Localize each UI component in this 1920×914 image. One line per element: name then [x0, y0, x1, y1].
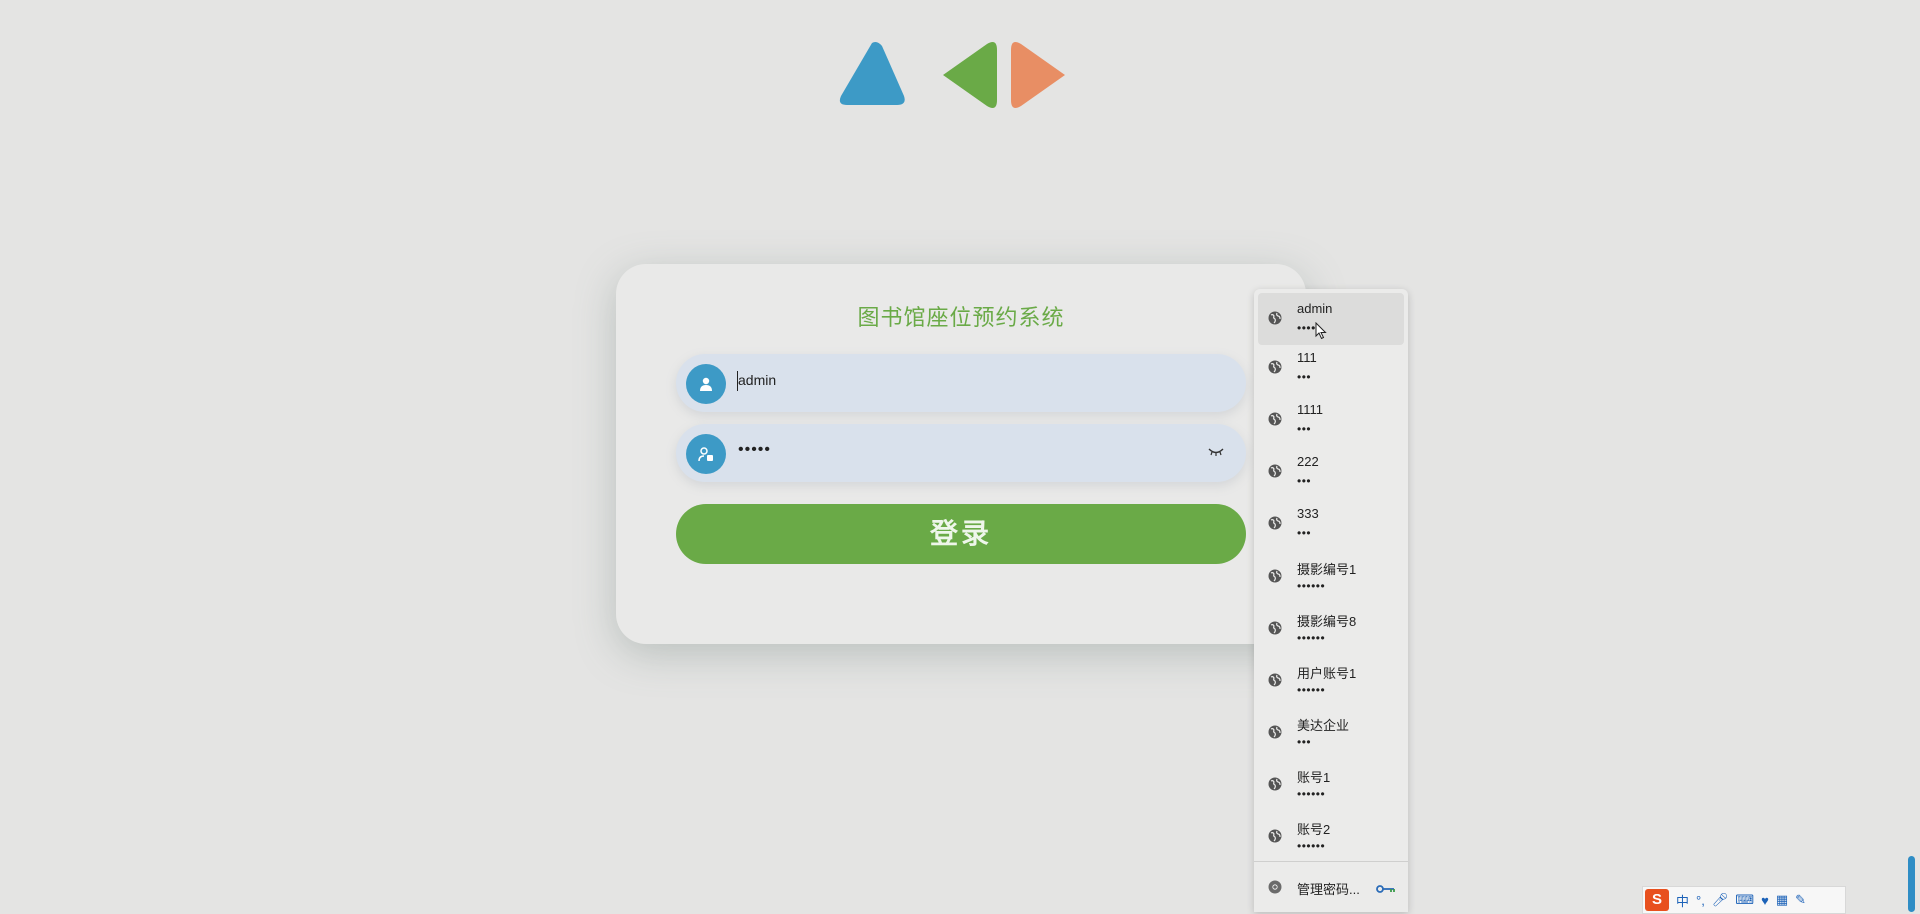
- autofill-item[interactable]: admin ••••: [1258, 293, 1404, 345]
- password-input[interactable]: •••••: [738, 441, 1178, 459]
- autofill-username: 333: [1297, 506, 1319, 522]
- autofill-item[interactable]: 账号1 ••••••: [1254, 759, 1408, 811]
- globe-icon: [1268, 777, 1282, 791]
- skin-icon[interactable]: ♥︎: [1761, 893, 1769, 908]
- key-icon: [1376, 881, 1396, 899]
- globe-icon: [1268, 360, 1282, 374]
- autofill-password: ••••: [1297, 321, 1316, 335]
- autofill-item[interactable]: 摄影编号8 ••••••: [1254, 603, 1408, 655]
- blue-triangle-icon: [839, 42, 905, 105]
- autofill-username: 账号1: [1297, 769, 1331, 785]
- autofill-password: •••: [1297, 526, 1312, 541]
- autofill-username: 111: [1297, 350, 1317, 366]
- page-title: 图书馆座位预约系统: [857, 305, 1065, 330]
- ime-toolbar[interactable]: S 中 °, 🎤︎ ⌨︎ ♥︎ ▦ ✎︎: [1642, 886, 1846, 914]
- autofill-password: •••: [1297, 474, 1312, 489]
- green-left-triangle-icon: [943, 42, 997, 108]
- toolbox-icon[interactable]: ▦: [1776, 892, 1788, 908]
- password-field[interactable]: •••••: [676, 424, 1246, 482]
- autofill-password: •••: [1297, 734, 1312, 749]
- ime-mode-toggle[interactable]: 中: [1676, 891, 1689, 910]
- autofill-item[interactable]: 333 •••: [1254, 498, 1408, 550]
- ime-punctuation-toggle[interactable]: °,: [1696, 893, 1705, 908]
- dropdown-divider: [1254, 861, 1408, 862]
- more-tools-icon[interactable]: ✎︎: [1795, 892, 1806, 908]
- autofill-username: 222: [1297, 454, 1319, 470]
- autofill-item[interactable]: 1111 •••: [1254, 394, 1408, 446]
- globe-icon: [1268, 673, 1282, 687]
- autofill-password: ••••••: [1297, 578, 1326, 593]
- manage-passwords-item[interactable]: 管理密码...: [1254, 867, 1408, 907]
- password-autofill-dropdown: 账号2 •••••• 账号1 •••••• 美达企业 ••• 用户账号1 •••••• 摄影编号…: [1254, 289, 1408, 912]
- username-field[interactable]: [676, 354, 1246, 412]
- globe-icon: [1268, 829, 1282, 843]
- autofill-username: 用户账号1: [1297, 665, 1357, 681]
- sogou-logo-icon[interactable]: S: [1645, 889, 1669, 911]
- autofill-item[interactable]: 用户账号1 ••••••: [1254, 655, 1408, 707]
- microphone-icon[interactable]: 🎤︎: [1712, 892, 1729, 908]
- globe-icon: [1268, 464, 1282, 478]
- user-icon: [686, 364, 726, 404]
- autofill-username: 账号2: [1297, 822, 1331, 837]
- globe-icon: [1268, 569, 1282, 583]
- orange-right-triangle-icon: [1011, 42, 1065, 108]
- autofill-item[interactable]: 美达企业 •••: [1254, 707, 1408, 759]
- scrollbar-thumb[interactable]: [1908, 856, 1915, 912]
- autofill-password: ••••••: [1297, 839, 1326, 853]
- lock-user-icon: [686, 434, 726, 474]
- keyboard-icon[interactable]: ⌨︎: [1735, 892, 1754, 908]
- login-button[interactable]: 登录: [676, 504, 1246, 564]
- eye-closed-icon[interactable]: [1208, 444, 1224, 460]
- login-card: 图书馆座位预约系统 ••••• 登录: [616, 264, 1306, 644]
- globe-icon: [1268, 725, 1282, 739]
- autofill-password: ••••••: [1297, 682, 1326, 697]
- mouse-cursor: [1315, 321, 1327, 345]
- globe-icon: [1268, 311, 1282, 325]
- autofill-username: 摄影编号8: [1297, 613, 1357, 629]
- autofill-item[interactable]: 111 •••: [1254, 342, 1408, 394]
- globe-icon: [1268, 621, 1282, 635]
- autofill-username: admin: [1297, 301, 1333, 316]
- autofill-password: ••••••: [1297, 786, 1326, 801]
- autofill-username: 摄影编号1: [1297, 561, 1357, 577]
- chrome-icon: [1268, 880, 1282, 894]
- autofill-password: ••••••: [1297, 630, 1326, 645]
- autofill-item[interactable]: 摄影编号1 ••••••: [1254, 551, 1408, 603]
- autofill-username: 1111: [1297, 402, 1324, 418]
- globe-icon: [1268, 516, 1282, 530]
- autofill-item[interactable]: 账号2 ••••••: [1254, 811, 1408, 863]
- globe-icon: [1268, 412, 1282, 426]
- manage-passwords-label: 管理密码...: [1297, 882, 1360, 897]
- autofill-item[interactable]: 222 •••: [1254, 446, 1408, 498]
- autofill-username: 美达企业: [1297, 717, 1350, 733]
- logo-shapes: [835, 38, 1110, 113]
- autofill-password: •••: [1297, 422, 1312, 437]
- username-input[interactable]: [738, 372, 1178, 388]
- autofill-password: •••: [1297, 370, 1312, 385]
